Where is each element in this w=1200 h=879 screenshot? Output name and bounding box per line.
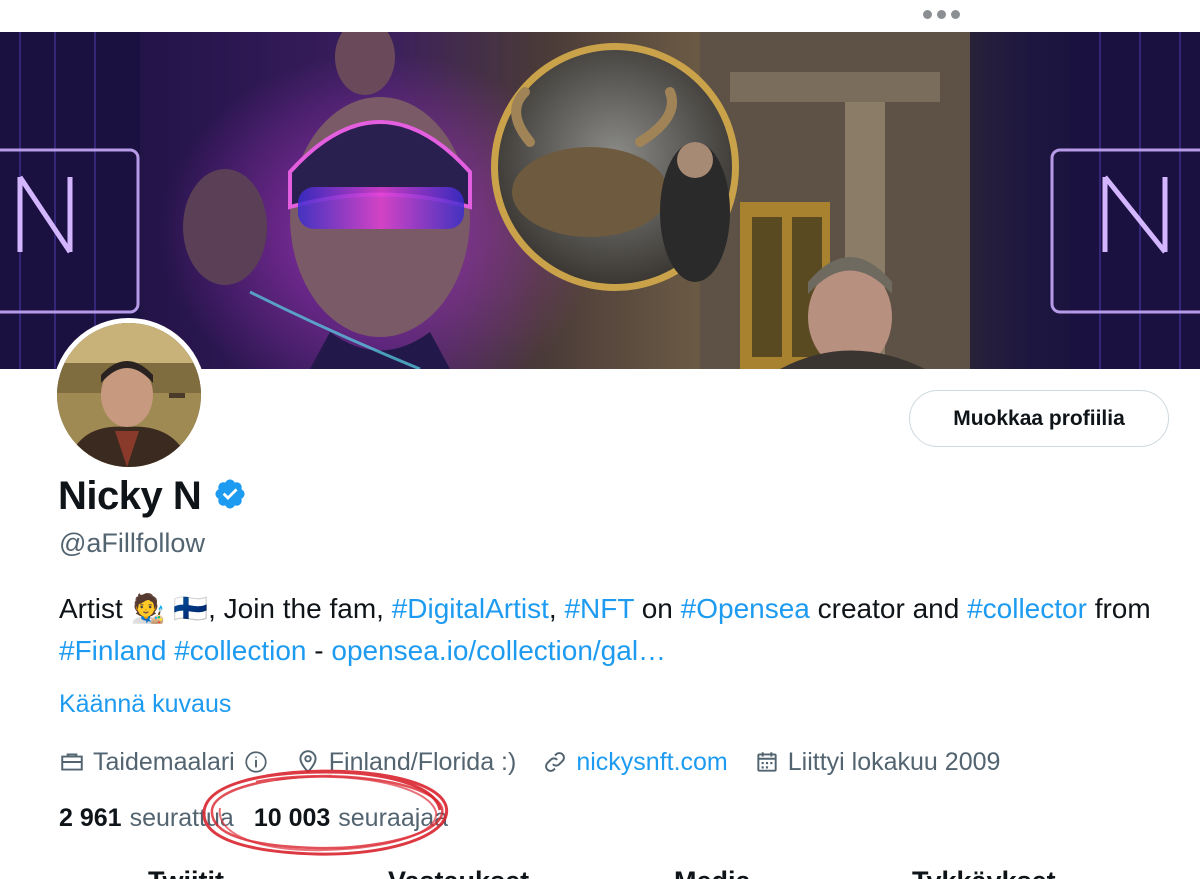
calendar-icon <box>757 752 777 772</box>
followers-label: seuraajaa <box>338 803 449 832</box>
meta-category: Taidemaalari <box>59 748 269 777</box>
briefcase-icon <box>61 753 83 771</box>
bio-text: 🧑‍🎨 🇫🇮 <box>130 593 209 624</box>
tab-likes[interactable]: Tykkäykset <box>912 866 1056 879</box>
hashtag-link[interactable]: #DigitalArtist <box>392 593 549 624</box>
bio-text: from <box>1086 593 1151 624</box>
link-icon <box>545 752 566 772</box>
meta-location: Finland/Florida :) <box>295 748 516 777</box>
bio-url-link[interactable]: opensea.io/collection/gal… <box>331 635 666 666</box>
profile-meta: Taidemaalari Finland/Florida :) nickysnf… <box>59 743 1026 781</box>
meta-joined: Liittyi lokakuu 2009 <box>754 748 1000 777</box>
edit-profile-button[interactable]: Muokkaa profiilia <box>909 390 1169 447</box>
hashtag-link[interactable]: #collection <box>174 635 306 666</box>
hashtag-link[interactable]: #Opensea <box>681 593 810 624</box>
translate-bio-link[interactable]: Käännä kuvaus <box>59 690 231 719</box>
profile-handle: @aFillfollow <box>59 528 205 558</box>
followers-count: 10 003 <box>253 803 331 832</box>
location-pin-icon <box>299 750 317 774</box>
hashtag-link[interactable]: #Finland <box>59 635 166 666</box>
followers-stat[interactable]: 10 003 seuraajaa <box>254 804 448 833</box>
avatar-photo <box>57 323 201 467</box>
info-icon[interactable] <box>243 749 269 775</box>
following-stat[interactable]: 2 961 seurattua <box>59 804 234 833</box>
hashtag-link[interactable]: #collector <box>967 593 1087 624</box>
profile-stats: 2 961 seurattua 10 003 seuraajaa <box>59 800 448 836</box>
profile-avatar[interactable] <box>52 318 206 472</box>
verified-badge-icon[interactable] <box>213 477 247 516</box>
meta-website[interactable]: nickysnft.com <box>542 748 728 777</box>
banner-artwork <box>0 32 1200 369</box>
following-label: seurattua <box>129 803 234 832</box>
tab-tweets[interactable]: Twiitit <box>148 866 224 879</box>
website-link[interactable]: nickysnft.com <box>576 748 727 777</box>
profile-name: Nicky N <box>58 473 202 518</box>
more-options-icon[interactable] <box>918 6 964 22</box>
profile-bio: Artist 🧑‍🎨 🇫🇮, Join the fam, #DigitalArt… <box>59 588 1169 672</box>
bio-text: , Join the fam, <box>208 593 392 624</box>
bio-text: Artist <box>59 593 131 624</box>
tab-media[interactable]: Media <box>674 866 751 879</box>
bio-text: on <box>633 593 681 624</box>
hashtag-link[interactable]: #NFT <box>564 593 634 624</box>
profile-tabs: Twiitit Vastaukset Media Tykkäykset <box>0 860 1200 879</box>
bio-text: , <box>548 593 565 624</box>
profile-banner[interactable] <box>0 32 1200 369</box>
bio-text: creator and <box>809 593 968 624</box>
bio-text: - <box>306 635 332 666</box>
following-count: 2 961 <box>59 803 122 832</box>
tab-replies[interactable]: Vastaukset <box>388 866 529 879</box>
top-bar <box>0 0 1200 32</box>
profile-name-row: Nicky N <box>58 472 247 520</box>
